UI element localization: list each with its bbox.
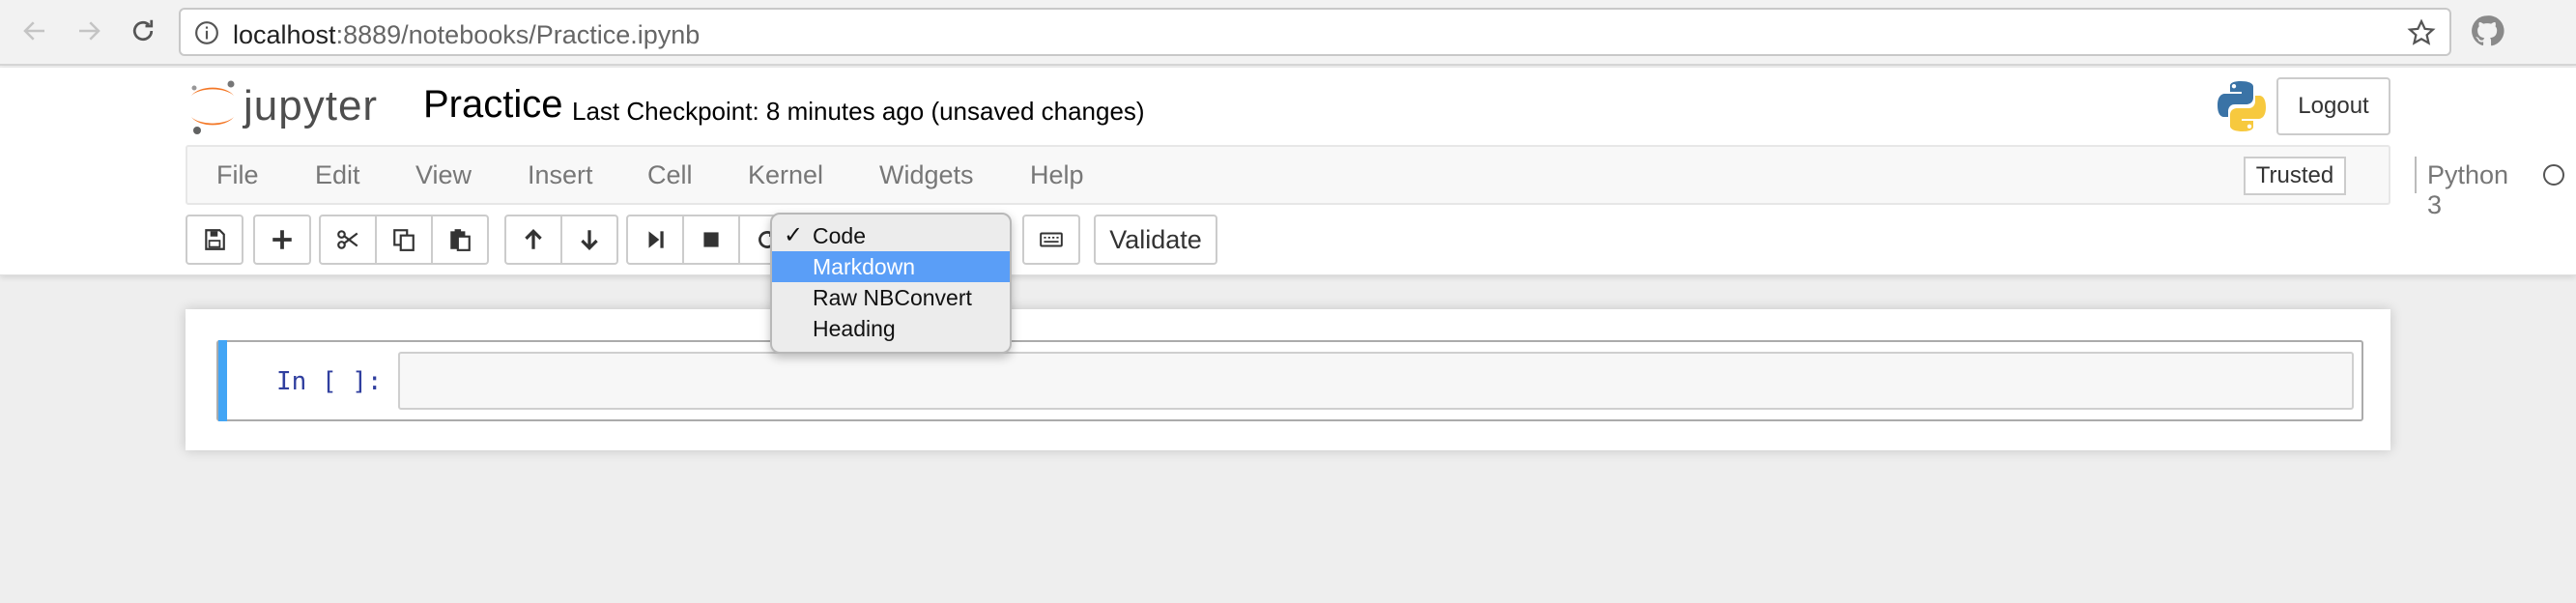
menu-cell[interactable]: Cell [647,160,693,190]
cell-type-option-raw-nbconvert[interactable]: Raw NBConvert [772,282,1010,313]
copy-icon [393,229,415,251]
menu-widgets[interactable]: Widgets [879,160,974,190]
step-forward-icon [648,231,664,248]
save-button[interactable] [186,215,243,265]
stop-icon [703,232,719,247]
forward-arrow-icon [79,21,100,41]
reload-button[interactable] [124,12,162,50]
trusted-indicator[interactable]: Trusted [2244,157,2346,195]
move-down-button[interactable] [560,215,618,265]
notebook-container: In [ ]: [186,309,2390,450]
back-arrow-icon [23,21,44,41]
option-label: Raw NBConvert [813,285,972,310]
insert-cell-button[interactable] [253,215,311,265]
paste-icon [450,229,471,251]
menu-file[interactable]: File [216,160,259,190]
option-label: Code [813,223,866,248]
python-logo-icon [2218,81,2266,131]
copy-button[interactable] [375,215,433,265]
code-cell[interactable]: In [ ]: [216,340,2363,421]
arrow-up-icon [525,229,542,249]
paste-button[interactable] [431,215,489,265]
jupyter-header: jupyter Practice Last Checkpoint: 8 minu… [0,68,2576,275]
forward-button[interactable] [70,12,108,50]
arrow-down-icon [581,230,598,250]
back-button[interactable] [15,12,54,50]
menu-help[interactable]: Help [1030,160,1084,190]
cut-button[interactable] [319,215,377,265]
cell-type-dropdown[interactable]: ✓ Code Markdown Raw NBConvert Heading [770,213,1012,354]
option-label: Markdown [813,254,916,279]
menubar: File Edit View Insert Cell Kernel Widget… [186,145,2564,219]
command-palette-button[interactable] [1022,215,1080,265]
kernel-divider [2415,157,2417,193]
jupyter-logo-text: jupyter [243,82,379,129]
move-up-button[interactable] [504,215,562,265]
menu-edit[interactable]: Edit [315,160,360,190]
save-icon [205,229,225,250]
jupyter-logo[interactable]: jupyter [186,76,388,136]
logout-button[interactable]: Logout [2276,77,2390,135]
notebook-name[interactable]: Practice [423,83,563,127]
cell-type-option-code[interactable]: ✓ Code [772,220,1010,251]
keyboard-icon [1040,232,1063,247]
cell-input-area[interactable] [398,352,2354,410]
kernel-name[interactable]: Python 3 [2427,160,2508,220]
run-button[interactable] [626,215,684,265]
url-text: localhost:8889/notebooks/Practice.ipynb [233,20,701,49]
address-bar[interactable]: localhost:8889/notebooks/Practice.ipynb [179,8,2451,56]
menu-insert[interactable]: Insert [528,160,593,190]
plus-icon [272,230,292,249]
browser-toolbar: localhost:8889/notebooks/Practice.ipynb [0,0,2576,66]
validate-button[interactable]: Validate [1094,215,1217,265]
input-prompt: In [ ]: [276,367,383,396]
info-icon[interactable] [194,20,219,45]
checkmark-icon: ✓ [784,222,804,248]
cell-type-option-markdown[interactable]: Markdown [772,251,1010,282]
interrupt-button[interactable] [682,215,740,265]
checkpoint-status: Last Checkpoint: 8 minutes ago (unsaved … [572,97,1145,126]
cell-type-option-heading[interactable]: Heading [772,313,1010,344]
selected-cell-indicator [218,340,227,421]
bookmark-star-icon[interactable] [2407,18,2436,47]
kernel-idle-icon [2543,164,2564,186]
menu-kernel[interactable]: Kernel [748,160,823,190]
menu-view[interactable]: View [415,160,472,190]
option-label: Heading [813,316,896,341]
reload-icon [132,19,154,42]
scissors-icon [337,230,358,249]
jupyter-logo-icon [191,80,235,134]
notebook-toolbar: Validate [186,215,2390,267]
github-icon[interactable] [2470,14,2504,48]
